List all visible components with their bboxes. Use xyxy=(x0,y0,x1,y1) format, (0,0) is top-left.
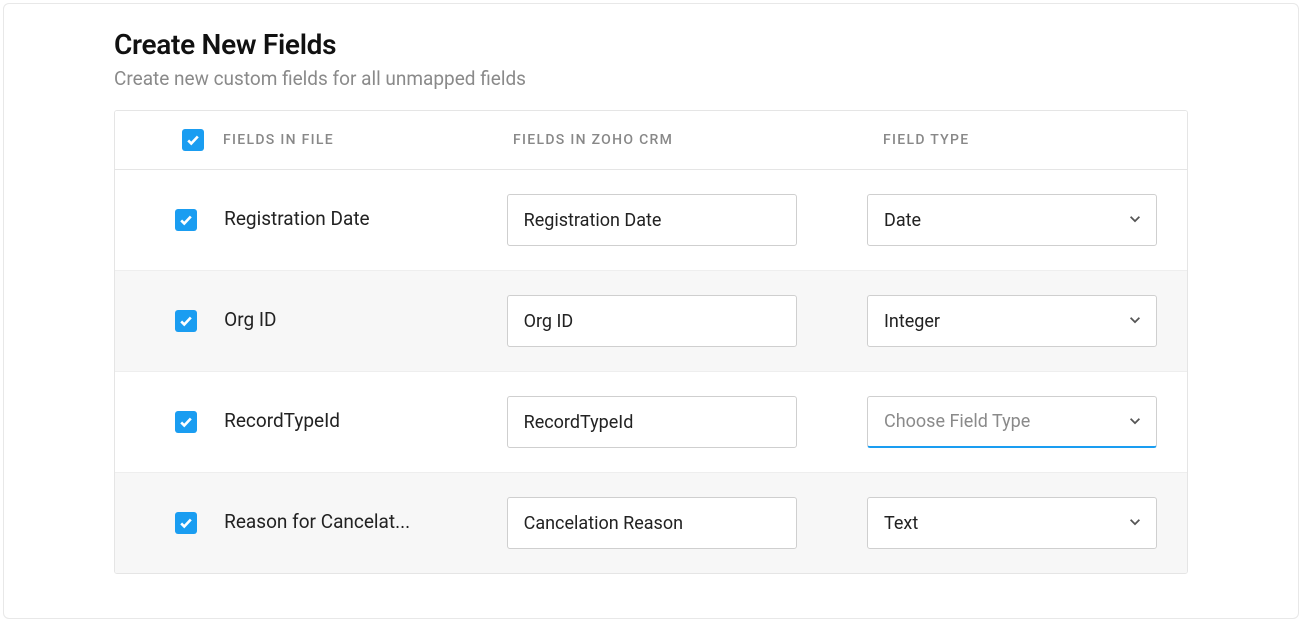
check-icon xyxy=(179,213,193,227)
table-header-row: FIELDS IN FILE FIELDS IN ZOHO CRM FIELD … xyxy=(115,111,1187,170)
field-type-select[interactable]: Text xyxy=(867,497,1157,549)
fields-table: FIELDS IN FILE FIELDS IN ZOHO CRM FIELD … xyxy=(114,110,1188,574)
field-type-value: Text xyxy=(884,513,918,534)
table-row: Org ID Integer xyxy=(115,270,1187,371)
header-fields-in-file: FIELDS IN FILE xyxy=(223,132,513,148)
chevron-down-icon xyxy=(1128,311,1142,332)
field-type-value: Integer xyxy=(884,311,940,332)
header: Create New Fields Create new custom fiel… xyxy=(4,28,1298,110)
field-type-value: Choose Field Type xyxy=(884,411,1030,432)
row-checkbox[interactable] xyxy=(175,209,197,231)
field-type-select[interactable]: Date xyxy=(867,194,1157,246)
page-subtitle: Create new custom fields for all unmappe… xyxy=(114,67,1298,90)
field-type-select[interactable]: Choose Field Type xyxy=(867,396,1157,448)
table-row: RecordTypeId Choose Field Type xyxy=(115,371,1187,472)
select-all-checkbox[interactable] xyxy=(182,129,204,151)
check-icon xyxy=(186,133,200,147)
crm-field-input[interactable] xyxy=(507,194,797,246)
chevron-down-icon xyxy=(1128,411,1142,432)
crm-field-input[interactable] xyxy=(507,497,797,549)
row-checkbox[interactable] xyxy=(175,411,197,433)
file-field-label: Org ID xyxy=(224,308,276,331)
row-checkbox[interactable] xyxy=(175,512,197,534)
crm-field-input[interactable] xyxy=(507,295,797,347)
file-field-label: Reason for Cancelat... xyxy=(224,510,410,533)
chevron-down-icon xyxy=(1128,210,1142,231)
header-fields-in-crm: FIELDS IN ZOHO CRM xyxy=(513,132,883,148)
table-row: Registration Date Date xyxy=(115,170,1187,270)
check-icon xyxy=(179,516,193,530)
row-checkbox[interactable] xyxy=(175,310,197,332)
check-icon xyxy=(179,314,193,328)
header-field-type: FIELD TYPE xyxy=(883,132,1187,148)
page-title: Create New Fields xyxy=(114,28,1298,61)
chevron-down-icon xyxy=(1128,513,1142,534)
file-field-label: Registration Date xyxy=(224,207,369,230)
create-fields-card: Create New Fields Create new custom fiel… xyxy=(3,3,1299,619)
check-icon xyxy=(179,415,193,429)
field-type-value: Date xyxy=(884,210,921,231)
crm-field-input[interactable] xyxy=(507,396,797,448)
file-field-label: RecordTypeId xyxy=(224,409,340,432)
field-type-select[interactable]: Integer xyxy=(867,295,1157,347)
table-row: Reason for Cancelat... Text xyxy=(115,472,1187,573)
